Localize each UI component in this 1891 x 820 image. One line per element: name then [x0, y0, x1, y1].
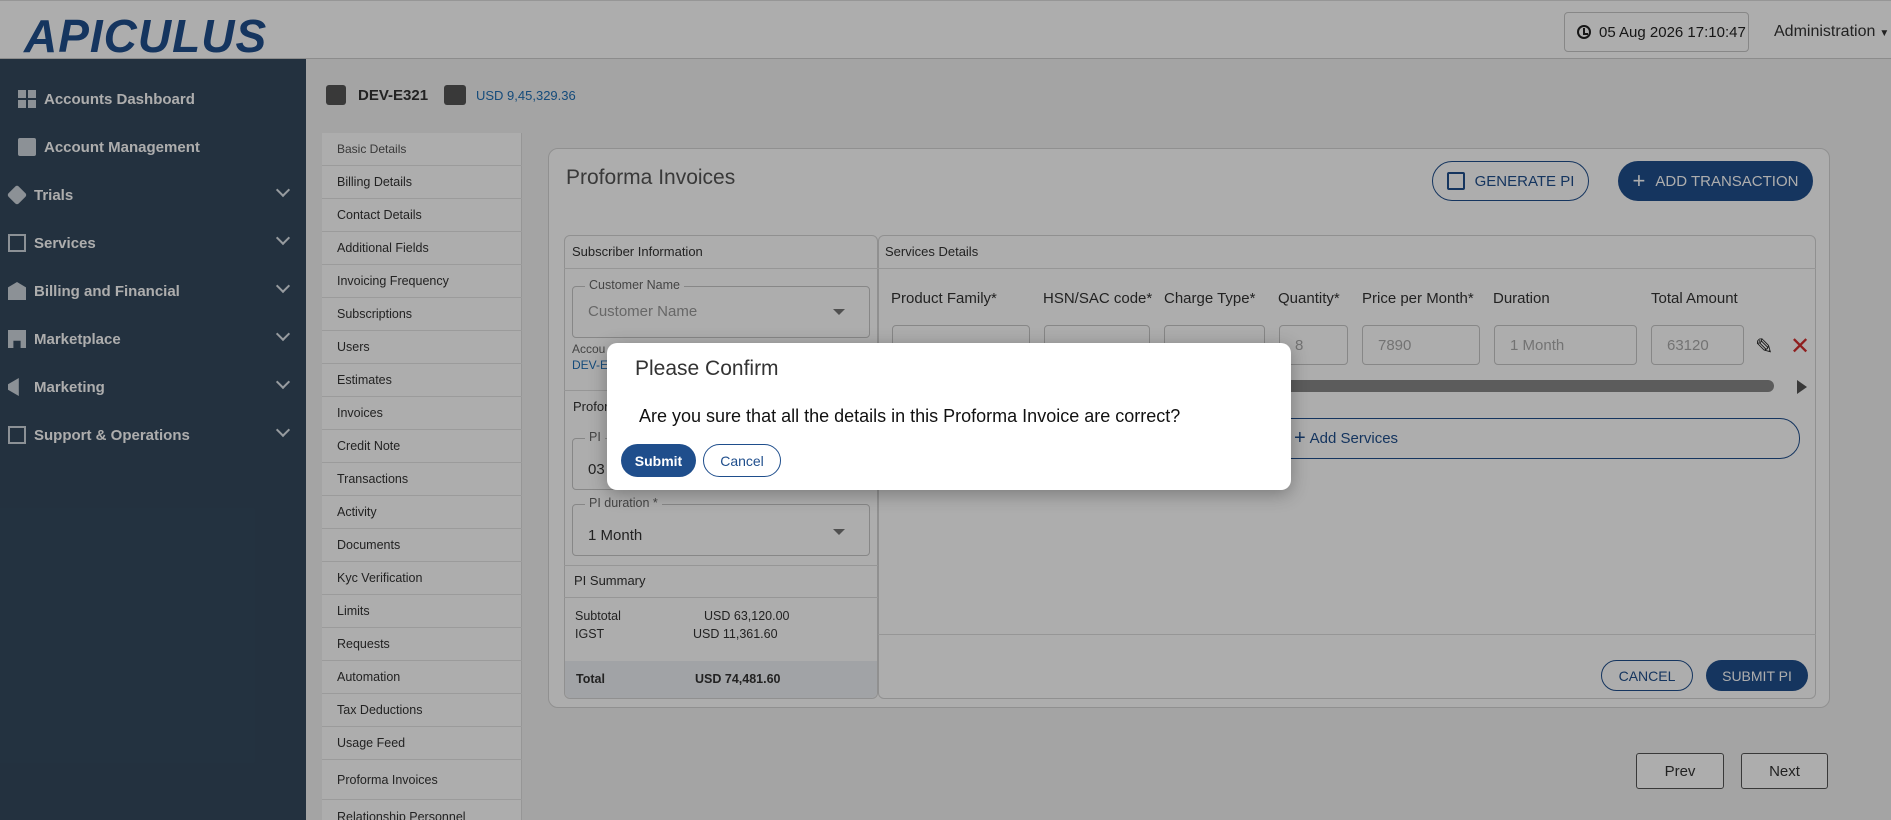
dialog-title: Please Confirm	[635, 357, 779, 380]
dialog-cancel-button[interactable]: Cancel	[703, 444, 781, 477]
confirm-dialog: Please Confirm Are you sure that all the…	[607, 343, 1291, 490]
dialog-submit-button[interactable]: Submit	[621, 444, 696, 477]
dialog-message: Are you sure that all the details in thi…	[639, 406, 1181, 426]
